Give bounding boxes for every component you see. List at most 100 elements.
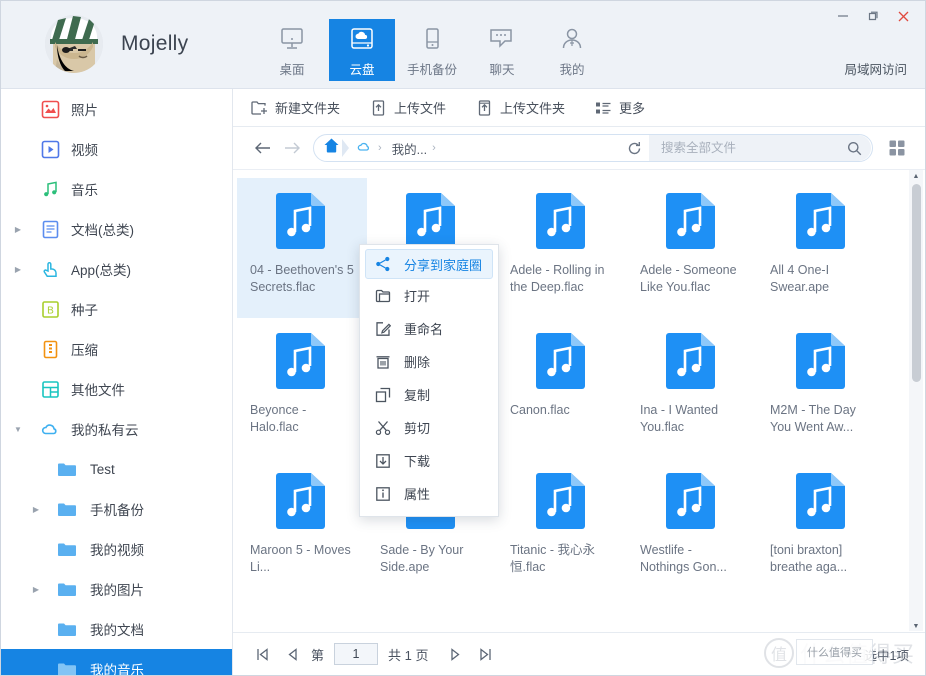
more-button[interactable]: 更多	[591, 93, 659, 123]
audio-file-icon	[272, 190, 332, 252]
close-button[interactable]	[889, 4, 917, 28]
chevron-right-icon[interactable]: ▶	[29, 585, 43, 594]
file-name: 04 - Beethoven's 5 Secrets.flac	[250, 263, 354, 294]
refresh-button[interactable]	[619, 135, 649, 161]
context-menu-item-delete[interactable]: 删除	[360, 345, 498, 378]
sidebar-item-my-pictures[interactable]: ▶ 我的图片	[1, 569, 232, 609]
file-grid: 04 - Beethoven's 5 Secrets.flac Adele - …	[233, 170, 893, 631]
file-item[interactable]: Titanic - 我心永恒.flac	[497, 458, 627, 598]
chevron-down-icon[interactable]: ▼	[11, 425, 25, 434]
tab-chat[interactable]: 聊天	[469, 19, 535, 81]
last-page-button[interactable]	[470, 640, 500, 668]
lan-access-label[interactable]: 局域网访问	[844, 59, 907, 78]
first-page-button[interactable]	[247, 640, 277, 668]
sidebar-item-music[interactable]: 音乐	[1, 169, 232, 209]
new-folder-button[interactable]: 新建文件夹	[247, 93, 354, 123]
search-icon[interactable]	[843, 141, 865, 156]
sidebar-item-phone-backup[interactable]: ▶ 手机备份	[1, 489, 232, 529]
search-input[interactable]	[661, 141, 843, 155]
sidebar-item-videos[interactable]: 视频	[1, 129, 232, 169]
tab-phone-backup[interactable]: 手机备份	[399, 19, 465, 81]
main-tabs: 桌面 云盘 手机备份 聊天 我的	[259, 19, 605, 81]
sidebar-item-test[interactable]: Test	[1, 449, 232, 489]
pagination-bar: 第 共 1 页 选中1项	[233, 632, 925, 675]
audio-file-icon	[532, 190, 592, 252]
sidebar-item-apps[interactable]: ▶ App(总类)	[1, 249, 232, 289]
file-item[interactable]: [toni braxton] breathe aga...	[757, 458, 887, 598]
video-icon	[39, 138, 61, 160]
chevron-right-icon[interactable]: ▶	[11, 225, 25, 234]
scroll-up-arrow[interactable]: ▲	[909, 170, 923, 182]
sidebar-item-label: Test	[90, 461, 115, 477]
new-folder-label: 新建文件夹	[275, 101, 341, 116]
upload-folder-button[interactable]: 上传文件夹	[472, 93, 579, 123]
breadcrumb-home[interactable]	[314, 135, 349, 161]
sidebar: 照片 视频 音乐 ▶ 文档(总类) ▶ App(总类) B 种子 压缩 其他文件…	[1, 89, 233, 675]
sidebar-item-archive[interactable]: 压缩	[1, 329, 232, 369]
context-menu-item-label: 下载	[404, 454, 431, 469]
context-menu-item-share[interactable]: 分享到家庭圈	[365, 249, 493, 279]
file-name: Beyonce - Halo.flac	[250, 403, 307, 434]
file-item[interactable]: Westlife - Nothings Gon...	[627, 458, 757, 598]
file-name: Sade - By Your Side.ape	[380, 543, 464, 574]
sidebar-item-private-cloud[interactable]: ▼ 我的私有云	[1, 409, 232, 449]
sidebar-item-torrent[interactable]: B 种子	[1, 289, 232, 329]
file-item[interactable]: Maroon 5 - Moves Li...	[237, 458, 367, 598]
app-header: Mojelly 桌面 云盘 手机备份 聊天 我的 局域网访问	[1, 1, 925, 89]
sidebar-item-my-videos[interactable]: 我的视频	[1, 529, 232, 569]
file-item[interactable]: Adele - Someone Like You.flac	[627, 178, 757, 318]
tab-desktop[interactable]: 桌面	[259, 19, 325, 81]
file-item[interactable]: Ina - I Wanted You.flac	[627, 318, 757, 458]
file-name: Adele - Someone Like You.flac	[640, 263, 737, 294]
sidebar-item-my-music[interactable]: 我的音乐	[1, 649, 232, 675]
tab-cloud-disk[interactable]: 云盘	[329, 19, 395, 81]
scroll-down-arrow[interactable]: ▼	[909, 620, 923, 631]
prev-page-button[interactable]	[277, 640, 307, 668]
sidebar-item-label: 其他文件	[71, 383, 125, 398]
back-button[interactable]	[247, 133, 277, 163]
next-page-button[interactable]	[440, 640, 470, 668]
avatar[interactable]	[45, 15, 103, 73]
context-menu-item-properties[interactable]: 属性	[360, 477, 498, 510]
sidebar-item-documents[interactable]: ▶ 文档(总类)	[1, 209, 232, 249]
maximize-button[interactable]	[859, 4, 887, 28]
context-menu-item-open[interactable]: 打开	[360, 279, 498, 312]
minimize-button[interactable]	[829, 4, 857, 28]
folder-icon	[56, 458, 78, 480]
file-item[interactable]: Beyonce - Halo.flac	[237, 318, 367, 458]
tab-mine[interactable]: 我的	[539, 19, 605, 81]
breadcrumb-current[interactable]: 我的... ›	[384, 139, 438, 158]
chevron-right-icon[interactable]: ▶	[11, 265, 25, 274]
sidebar-item-label: 压缩	[71, 343, 98, 358]
file-item[interactable]: 04 - Beethoven's 5 Secrets.flac	[237, 178, 367, 318]
breadcrumb-cloud[interactable]: ›	[348, 140, 384, 156]
upload-file-button[interactable]: 上传文件	[366, 93, 460, 123]
context-menu-item-copy[interactable]: 复制	[360, 378, 498, 411]
audio-file-icon	[662, 330, 722, 392]
sidebar-item-label: 照片	[71, 103, 98, 118]
sidebar-item-label: 我的文档	[90, 623, 144, 638]
file-item[interactable]: Canon.flac	[497, 318, 627, 458]
sidebar-item-photos[interactable]: 照片	[1, 89, 232, 129]
forward-button[interactable]	[277, 133, 307, 163]
sidebar-item-my-documents[interactable]: 我的文档	[1, 609, 232, 649]
folder-icon	[56, 658, 78, 675]
context-menu-item-download[interactable]: 下载	[360, 444, 498, 477]
file-item[interactable]: M2M - The Day You Went Aw...	[757, 318, 887, 458]
page-number-input[interactable]	[334, 643, 379, 665]
view-toggle-button[interactable]	[879, 133, 915, 163]
upload-folder-label: 上传文件夹	[500, 101, 566, 116]
vertical-scrollbar[interactable]: ▲ ▼	[909, 170, 923, 631]
context-menu-item-rename[interactable]: 重命名	[360, 312, 498, 345]
file-item[interactable]: Adele - Rolling in the Deep.flac	[497, 178, 627, 318]
new-folder-icon	[251, 99, 268, 116]
audio-file-icon	[662, 470, 722, 532]
context-menu-item-cut[interactable]: 剪切	[360, 411, 498, 444]
context-menu-item-label: 删除	[404, 355, 431, 370]
sidebar-item-other-files[interactable]: 其他文件	[1, 369, 232, 409]
chevron-right-icon[interactable]: ▶	[29, 505, 43, 514]
scrollbar-thumb[interactable]	[912, 184, 921, 382]
sidebar-item-label: 文档(总类)	[71, 223, 134, 238]
page-prefix-label: 第	[311, 647, 325, 663]
file-item[interactable]: All 4 One-I Swear.ape	[757, 178, 887, 318]
